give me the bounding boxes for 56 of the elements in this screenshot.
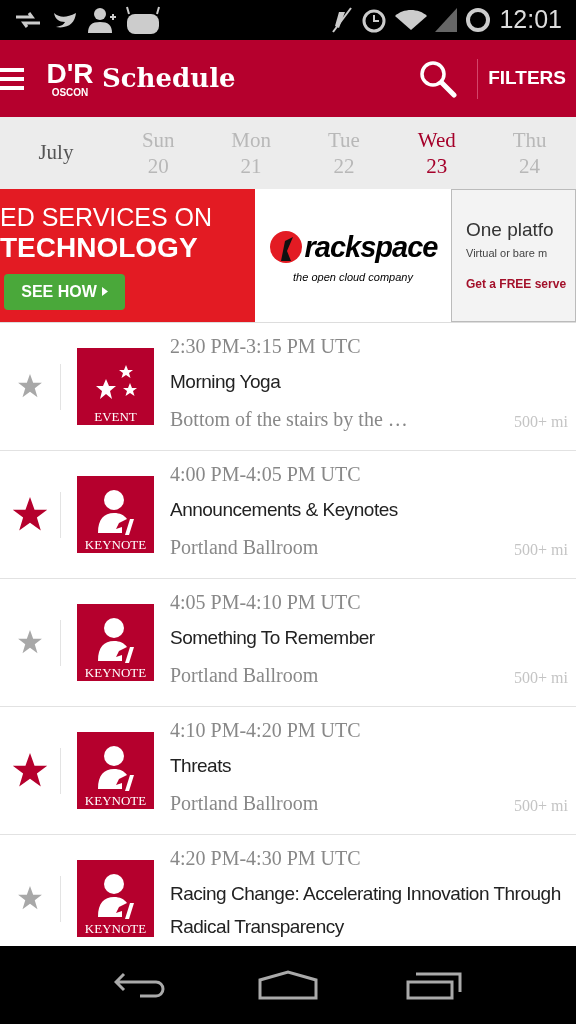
- session-title: Threats: [170, 754, 232, 778]
- star-icon[interactable]: [11, 752, 49, 789]
- session-title: Announcements & Keynotes: [170, 498, 399, 522]
- ad-side-title: One platfo: [466, 218, 555, 242]
- logo-mark: D'R: [46, 59, 94, 88]
- star-icon[interactable]: [17, 374, 43, 399]
- brand-name: rackspace: [304, 229, 438, 265]
- clock-time: 12:01: [499, 4, 562, 36]
- session-title: Something To Remember: [170, 626, 376, 650]
- logo-text: OSCON: [51, 87, 89, 98]
- session-time: 4:00 PM-4:05 PM UTC: [170, 462, 362, 487]
- session-time: 4:10 PM-4:20 PM UTC: [170, 718, 362, 743]
- search-icon[interactable]: [419, 59, 458, 98]
- caret-icon: [101, 287, 108, 296]
- day-tab[interactable]: Wed 23: [390, 127, 484, 179]
- session-title: Morning Yoga: [170, 370, 282, 394]
- recent-apps-icon[interactable]: [406, 970, 462, 1000]
- brand-tagline: the open cloud company: [293, 270, 413, 285]
- session-distance: 500+ mi: [514, 540, 568, 560]
- robot-face-icon: [126, 6, 160, 34]
- app-logo[interactable]: D'R OSCON: [46, 54, 94, 103]
- wifi-icon: [395, 10, 428, 30]
- session-type-label: KEYNOTE: [84, 666, 147, 679]
- app-title: Schedule: [102, 62, 237, 95]
- home-icon[interactable]: [258, 970, 318, 1000]
- session-distance: 500+ mi: [514, 412, 568, 432]
- session-time: 2:30 PM-3:15 PM UTC: [170, 334, 362, 359]
- brand-logo-icon: [268, 229, 303, 266]
- session-type-label: KEYNOTE: [84, 794, 147, 807]
- session-location: Bottom of the stairs by the …: [170, 407, 408, 433]
- ad-headline: TECHNOLOGY: [0, 231, 199, 264]
- add-person-icon: [88, 7, 116, 33]
- session-type-label: KEYNOTE: [84, 922, 147, 935]
- ad-banner[interactable]: ED SERVICES ON TECHNOLOGY SEE HOW rackspace the open cloud company One platfo Virtual or bare m Get a FREE serve: [0, 189, 576, 323]
- session-location: Portland Ballroom: [170, 535, 319, 560]
- star-icon[interactable]: [17, 630, 43, 655]
- session-distance: 500+ mi: [514, 796, 568, 816]
- month-label: July: [37, 139, 75, 167]
- session-title: Racing Change: Accelerating Innovation Through Radical Transparency: [170, 882, 562, 939]
- session-location: Portland Ballroom: [170, 663, 319, 688]
- menu-icon[interactable]: [0, 65, 26, 92]
- session-time: 4:05 PM-4:10 PM UTC: [170, 590, 362, 615]
- battery-ring-icon: [465, 7, 492, 33]
- filters-button[interactable]: FILTERS: [478, 40, 576, 117]
- ad-headline: ED SERVICES ON: [0, 201, 214, 232]
- star-icon[interactable]: [17, 886, 43, 911]
- ad-side-text: Virtual or bare m: [466, 245, 549, 261]
- session-type-label: KEYNOTE: [84, 538, 147, 551]
- alarm-icon: [361, 7, 388, 33]
- star-icon[interactable]: [11, 496, 49, 533]
- session-distance: 500+ mi: [514, 668, 568, 688]
- ad-side-cta: Get a FREE serve: [466, 276, 568, 293]
- signal-icon: [435, 8, 458, 32]
- session-time: 4:20 PM-4:30 PM UTC: [170, 846, 362, 871]
- session-type-label: EVENT: [94, 410, 137, 423]
- session-location: Portland Ballroom: [170, 791, 319, 816]
